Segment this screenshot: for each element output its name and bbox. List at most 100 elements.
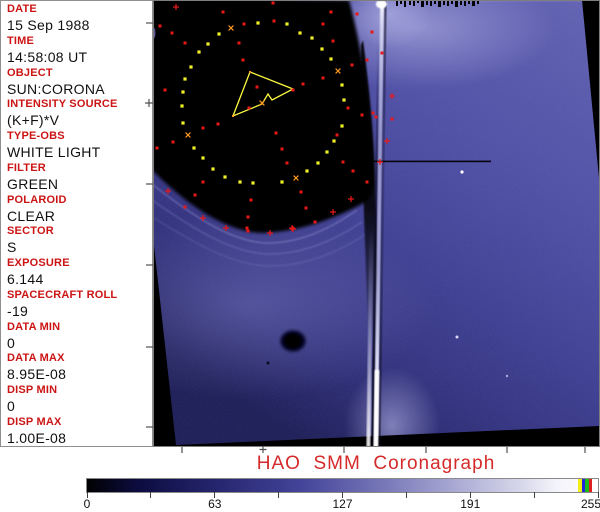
calibration-dot-red xyxy=(301,82,305,86)
calibration-dot-yellow xyxy=(332,139,336,143)
field-label: SPACECRAFT ROLL xyxy=(7,288,118,301)
calibration-dot-red xyxy=(335,133,339,137)
calibration-dot-red xyxy=(374,115,378,119)
calibration-dot-red xyxy=(271,1,275,5)
calibration-dot-yellow xyxy=(251,181,255,185)
field-label: EXPOSURE xyxy=(7,257,70,270)
calibration-dot-red xyxy=(201,126,205,130)
field-label: SECTOR xyxy=(7,225,54,238)
field-label: FILTER xyxy=(7,161,46,174)
calibration-dot-red xyxy=(304,206,308,210)
calibration-dot-yellow xyxy=(217,32,221,36)
metadata-field-spacecraft-roll: SPACECRAFT ROLL -19 xyxy=(1,289,152,321)
metadata-field-intensity-source: INTENSITY SOURCE (K+F)*V xyxy=(1,98,152,130)
dropout-bar xyxy=(468,0,470,4)
calibration-dot-red xyxy=(221,10,225,14)
dropout-comb xyxy=(396,0,479,7)
colorbar-tick-label: 255 xyxy=(580,497,600,511)
image-background xyxy=(153,0,600,447)
colorbar-tick xyxy=(405,492,407,498)
field-value: (K+F)*V xyxy=(7,112,60,129)
field-label: POLAROID xyxy=(7,193,67,206)
calibration-dot-yellow xyxy=(342,98,346,102)
calibration-dot-yellow xyxy=(201,156,205,160)
calibration-dot-yellow xyxy=(340,83,344,87)
calibration-marker-plus xyxy=(289,225,295,231)
occulting-disk xyxy=(153,0,375,233)
calibration-dot-red xyxy=(247,106,251,110)
calibration-dot-yellow xyxy=(329,57,333,61)
calibration-marker-cross xyxy=(228,25,234,31)
dropout-line xyxy=(366,160,491,163)
metadata-field-data-max: DATA MAX 8.95E-08 xyxy=(1,352,152,384)
calibration-marker-plus xyxy=(330,209,336,215)
calibration-marker-plus xyxy=(384,138,390,144)
calibration-dot-red xyxy=(171,140,175,144)
star-speck xyxy=(455,335,459,339)
calibration-dot-red xyxy=(346,106,350,110)
calibration-dot-red xyxy=(341,160,345,164)
dropout-bar xyxy=(460,0,462,5)
calibration-dot-red xyxy=(380,51,384,55)
bottom-edge-plus-tick xyxy=(259,446,267,453)
field-value: 8.95E-08 xyxy=(7,366,67,383)
colorbar xyxy=(86,478,599,493)
field-value: 1.00E-08 xyxy=(7,429,67,446)
metadata-field-date: DATE 15 Sep 1988 xyxy=(1,3,152,35)
calibration-dot-red xyxy=(158,24,162,28)
calibration-dot-yellow xyxy=(180,104,184,108)
calibration-dot-red xyxy=(183,205,187,209)
calibration-dot-yellow xyxy=(305,169,309,173)
polygon-vertex-dot xyxy=(249,71,251,73)
star-speck xyxy=(460,170,464,174)
field-label: TYPE-OBS xyxy=(7,130,65,143)
field-value: WHITE LIGHT xyxy=(7,144,101,161)
field-value: 15 Sep 1988 xyxy=(7,17,90,33)
field-value: CLEAR xyxy=(7,207,56,224)
calibration-dot-yellow xyxy=(197,50,201,54)
calibration-dot-red xyxy=(272,19,276,23)
coronagraph-frame xyxy=(153,0,599,445)
calibration-dot-red xyxy=(321,22,325,26)
calibration-dot-yellow xyxy=(280,180,284,184)
calibration-dot-red xyxy=(246,215,250,219)
coronagraph-viewer-window: DATE 15 Sep 1988 TIME 14:58:08 UT OBJECT SUN:… xyxy=(0,0,600,512)
calibration-dot-yellow xyxy=(192,146,196,150)
calibration-dot-yellow xyxy=(316,161,320,165)
calibration-marker-cross xyxy=(259,100,265,106)
calibration-dot-red xyxy=(216,122,220,126)
calibration-dot-red xyxy=(241,58,245,62)
calibration-dot-red xyxy=(163,88,167,92)
calibration-dot-yellow xyxy=(183,77,187,81)
calibration-marker-plus xyxy=(223,225,229,231)
colorbar-stripe xyxy=(588,479,593,492)
sector-polygon-overlay xyxy=(231,71,295,118)
calibration-dot-red xyxy=(390,117,394,121)
image-edge-ticks xyxy=(145,22,586,453)
calibration-marker-plus xyxy=(200,215,206,221)
calibration-dot-red xyxy=(183,41,187,45)
field-value: 0 xyxy=(7,334,16,351)
dropout-bar xyxy=(396,0,398,6)
calibration-dot-yellow xyxy=(285,22,289,26)
calibration-dot-red xyxy=(321,76,325,80)
calibration-dot-red xyxy=(313,220,317,224)
colorbar-tick xyxy=(278,492,280,498)
dropout-bar xyxy=(447,0,449,6)
dropout-bar xyxy=(413,0,415,6)
metadata-field-exposure: EXPOSURE 6.144 xyxy=(1,257,152,289)
dropout-bar xyxy=(400,0,402,4)
dropout-bar xyxy=(464,0,466,6)
calibration-dot-red xyxy=(193,193,197,197)
metadata-field-polaroid: POLAROID CLEAR xyxy=(1,194,152,226)
dropout-bar xyxy=(443,0,445,5)
bright-streak xyxy=(366,0,387,447)
field-value: 14:58:08 UT xyxy=(7,48,88,65)
calibration-dot-red xyxy=(237,41,241,45)
streak-shadow-band xyxy=(361,40,378,345)
field-label: OBJECT xyxy=(7,66,53,79)
colorbar-tick-label: 63 xyxy=(208,497,222,511)
calibration-dot-yellow xyxy=(310,36,314,40)
calibration-dot-yellow xyxy=(206,42,210,46)
calibration-dot-red xyxy=(299,190,303,194)
